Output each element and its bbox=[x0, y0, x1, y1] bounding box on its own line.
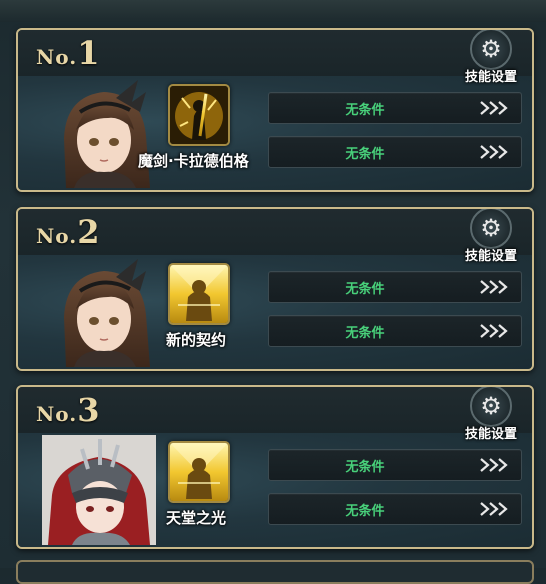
skill-name: 新的契约 bbox=[166, 331, 227, 349]
condition-text: 无条件 bbox=[345, 102, 385, 118]
rank-prefix: No. bbox=[36, 45, 78, 69]
condition-text: 无条件 bbox=[345, 503, 385, 519]
skill-settings-button[interactable]: ⚙ 技能设置 bbox=[458, 387, 524, 442]
gear-icon: ⚙ bbox=[470, 387, 512, 427]
skill-name: 魔剑·卡拉德伯格 bbox=[138, 152, 249, 170]
condition-text: 无条件 bbox=[345, 459, 385, 475]
rank-number: 1 bbox=[77, 34, 101, 72]
skill-slot-card-3: No.3 ⚙ 技能设置 天堂之光 无条件 无条件 bbox=[16, 385, 534, 549]
character-portrait bbox=[64, 80, 150, 188]
triple-chevron-right-icon bbox=[480, 502, 508, 516]
next-card-edge bbox=[16, 560, 534, 584]
skill-icon[interactable] bbox=[168, 84, 230, 146]
condition-row-2[interactable]: 无条件 bbox=[268, 315, 522, 347]
triple-chevron-right-icon bbox=[480, 280, 508, 294]
condition-text: 无条件 bbox=[345, 146, 385, 162]
skill-slot-card-2: No.2 ⚙ 技能设置 新的契约 无条件 无条件 bbox=[16, 207, 534, 371]
condition-row-1[interactable]: 无条件 bbox=[268, 92, 522, 124]
condition-text: 无条件 bbox=[345, 281, 385, 297]
condition-row-2[interactable]: 无条件 bbox=[268, 493, 522, 525]
skill-icon[interactable] bbox=[168, 263, 230, 325]
rank-label: No.2 bbox=[36, 213, 101, 251]
skill-settings-button[interactable]: ⚙ 技能设置 bbox=[458, 30, 524, 85]
condition-row-2[interactable]: 无条件 bbox=[268, 136, 522, 168]
skill-settings-button[interactable]: ⚙ 技能设置 bbox=[458, 209, 524, 264]
background-strip bbox=[0, 0, 546, 22]
gear-icon: ⚙ bbox=[470, 30, 512, 70]
condition-row-1[interactable]: 无条件 bbox=[268, 271, 522, 303]
character-portrait bbox=[64, 259, 150, 367]
triple-chevron-right-icon bbox=[480, 458, 508, 472]
rank-prefix: No. bbox=[36, 224, 78, 248]
skill-settings-label: 技能设置 bbox=[464, 249, 517, 264]
rank-label: No.3 bbox=[36, 391, 101, 429]
character-portrait bbox=[42, 435, 156, 545]
skill-icon[interactable] bbox=[168, 441, 230, 503]
triple-chevron-right-icon bbox=[480, 101, 508, 115]
rank-number: 3 bbox=[77, 391, 101, 429]
skill-settings-label: 技能设置 bbox=[464, 427, 517, 442]
condition-text: 无条件 bbox=[345, 325, 385, 341]
condition-row-1[interactable]: 无条件 bbox=[268, 449, 522, 481]
skill-settings-label: 技能设置 bbox=[464, 70, 517, 85]
rank-prefix: No. bbox=[36, 402, 78, 426]
triple-chevron-right-icon bbox=[480, 324, 508, 338]
skill-slot-card-1: No.1 ⚙ 技能设置 魔剑·卡拉德伯格 无条件 无条件 bbox=[16, 28, 534, 192]
rank-label: No.1 bbox=[36, 34, 101, 72]
triple-chevron-right-icon bbox=[480, 145, 508, 159]
rank-number: 2 bbox=[77, 213, 101, 251]
skill-name: 天堂之光 bbox=[166, 509, 227, 527]
gear-icon: ⚙ bbox=[470, 209, 512, 249]
